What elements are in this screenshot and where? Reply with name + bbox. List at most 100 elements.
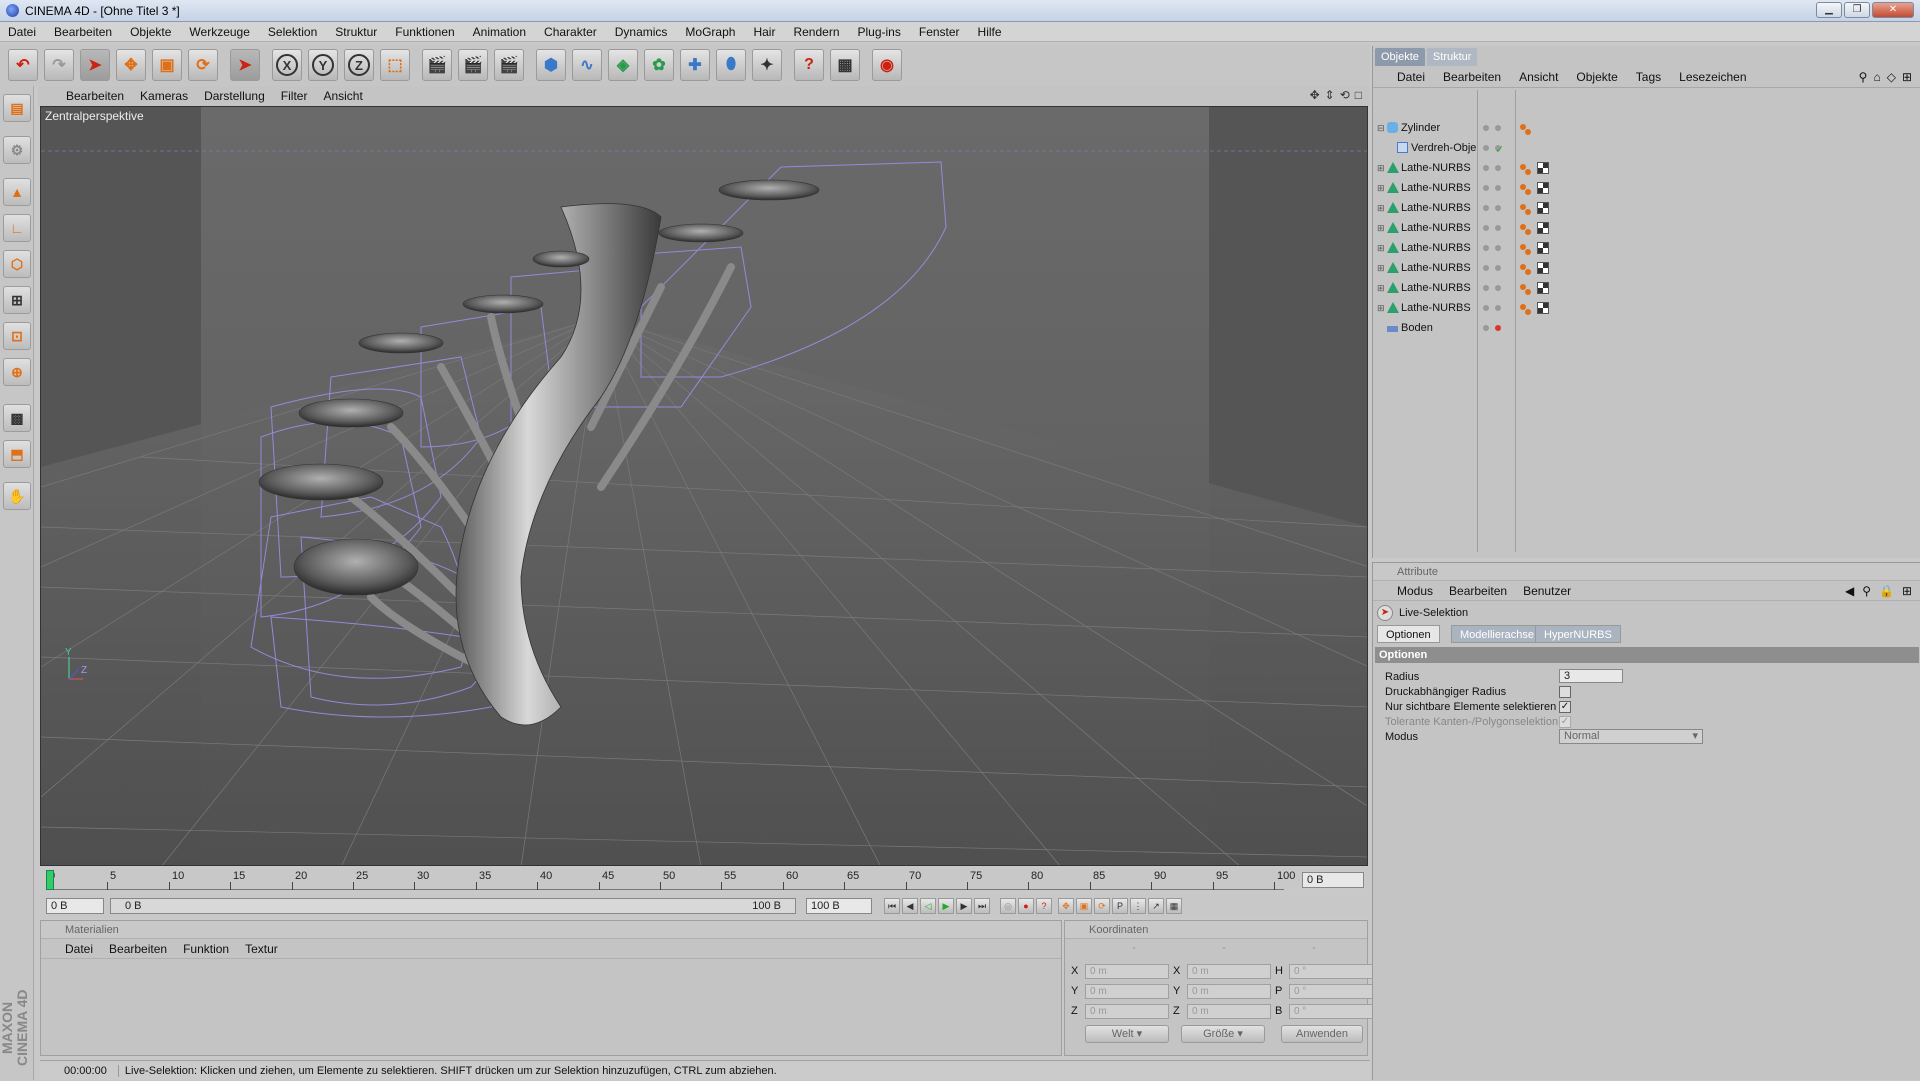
axis-x-lock-button[interactable]: X <box>272 49 302 81</box>
render-visibility-dot[interactable] <box>1495 305 1501 311</box>
menu-funktionen[interactable]: Funktionen <box>395 25 454 39</box>
render-visibility-dot[interactable] <box>1495 285 1501 291</box>
key-pla-icon[interactable]: ⋮ <box>1130 898 1146 914</box>
play-backward-icon[interactable]: ◁ <box>920 898 936 914</box>
mode-select[interactable]: Normal ▾ <box>1559 729 1703 744</box>
attr-menu-benutzer[interactable]: Benutzer <box>1523 584 1571 598</box>
key-position-icon[interactable]: ✥ <box>1058 898 1074 914</box>
attr-menu-modus[interactable]: Modus <box>1397 584 1433 598</box>
phong-tag-icon[interactable] <box>1519 182 1531 195</box>
current-frame-field[interactable]: 0 B <box>1302 872 1364 888</box>
rotation-p-field[interactable]: 0 ° <box>1289 983 1373 999</box>
menu-fenster[interactable]: Fenster <box>919 25 960 39</box>
menu-mograph[interactable]: MoGraph <box>685 25 735 39</box>
phong-tag-icon[interactable] <box>1519 222 1531 235</box>
mat-menu-textur[interactable]: Textur <box>245 942 278 956</box>
enabled-check-icon[interactable]: ✓ <box>1495 140 1504 160</box>
object-name[interactable]: Verdreh-Obje <box>1411 138 1476 158</box>
undo-icon[interactable]: ↶ <box>8 49 38 81</box>
object-mode-icon[interactable]: ⚙ <box>3 136 31 164</box>
vp-menu-ansicht[interactable]: Ansicht <box>323 89 362 103</box>
obj-menu-tags[interactable]: Tags <box>1636 70 1661 84</box>
expand-icon[interactable]: ⊞ <box>1377 298 1385 318</box>
minimize-button[interactable]: ▁ <box>1816 2 1842 18</box>
timeline-ruler[interactable]: 0510152025303540455055606570758085909510… <box>46 870 1295 890</box>
render-visibility-dot[interactable] <box>1495 325 1501 331</box>
preview-range-slider[interactable]: 0 B 100 B <box>110 898 796 914</box>
render-visibility-dot[interactable] <box>1495 265 1501 271</box>
editor-visibility-dot[interactable] <box>1483 305 1489 311</box>
orbit-icon[interactable]: ⟲ <box>1340 88 1350 102</box>
menu-struktur[interactable]: Struktur <box>335 25 377 39</box>
layout-switch-icon[interactable]: ◉ <box>872 49 902 81</box>
render-visibility-dot[interactable] <box>1495 205 1501 211</box>
playhead[interactable] <box>46 870 54 890</box>
goto-end-icon[interactable]: ⏭ <box>974 898 990 914</box>
nurbs-icon[interactable]: ◈ <box>608 49 638 81</box>
size-x-field[interactable]: 0 m <box>1187 963 1271 979</box>
timeline-layout-icon[interactable]: ▦ <box>1166 898 1182 914</box>
editor-visibility-dot[interactable] <box>1483 185 1489 191</box>
maximize-button[interactable]: ❐ <box>1844 2 1870 18</box>
object-name[interactable]: Lathe-NURBS <box>1401 158 1471 178</box>
play-icon[interactable]: ▶ <box>938 898 954 914</box>
tab-objekte[interactable]: Objekte <box>1375 48 1425 66</box>
apply-button[interactable]: Anwenden <box>1281 1025 1363 1043</box>
redo-icon[interactable]: ↷ <box>44 49 74 81</box>
editor-visibility-dot[interactable] <box>1483 325 1489 331</box>
mat-menu-funktion[interactable]: Funktion <box>183 942 229 956</box>
checker-icon[interactable]: ▩ <box>3 404 31 432</box>
object-name[interactable]: Lathe-NURBS <box>1401 198 1471 218</box>
mat-menu-bearbeiten[interactable]: Bearbeiten <box>109 942 167 956</box>
phong-tag-icon[interactable] <box>1519 242 1531 255</box>
prev-key-icon[interactable]: ◀ <box>902 898 918 914</box>
next-key-icon[interactable]: ▶ <box>956 898 972 914</box>
expand-icon[interactable]: ⊞ <box>1377 238 1385 258</box>
attr-new-manager-icon[interactable]: ⊞ <box>1902 584 1912 598</box>
menu-plugins[interactable]: Plug-ins <box>858 25 901 39</box>
goto-start-icon[interactable]: ⏮ <box>884 898 900 914</box>
expand-icon[interactable]: ⊞ <box>1377 218 1385 238</box>
object-row[interactable]: ⊞ Lathe-NURBS <box>1373 198 1920 218</box>
object-name[interactable]: Lathe-NURBS <box>1401 298 1471 318</box>
deformer-icon[interactable]: ✚ <box>680 49 710 81</box>
pressure-radius-checkbox[interactable] <box>1559 686 1571 698</box>
phong-tag-icon[interactable] <box>1519 162 1531 175</box>
key-rotation-icon[interactable]: ⟳ <box>1094 898 1110 914</box>
start-frame-field[interactable]: 0 B <box>46 898 104 914</box>
light-icon[interactable]: ✦ <box>752 49 782 81</box>
render-visibility-dot[interactable] <box>1495 185 1501 191</box>
object-row[interactable]: ⊞ Lathe-NURBS <box>1373 258 1920 278</box>
coordinate-system-icon[interactable]: ⬚ <box>380 49 410 81</box>
selection-tool-icon[interactable]: ➤ <box>230 49 260 81</box>
material-tag-icon[interactable] <box>1537 222 1549 234</box>
render-visibility-dot[interactable] <box>1495 125 1501 131</box>
new-manager-icon[interactable]: ⊞ <box>1902 70 1912 84</box>
edges-mode-icon[interactable]: ∟ <box>3 214 31 242</box>
render-settings-icon[interactable]: 🎬 <box>494 49 524 81</box>
cube-icon[interactable]: ⬢ <box>536 49 566 81</box>
menu-charakter[interactable]: Charakter <box>544 25 597 39</box>
move-icon[interactable]: ✥ <box>116 49 146 81</box>
material-tag-icon[interactable] <box>1537 202 1549 214</box>
axis-mode-icon[interactable]: ⊕ <box>3 358 31 386</box>
tab-struktur[interactable]: Struktur <box>1426 48 1478 66</box>
expand-icon[interactable]: ⊞ <box>1377 278 1385 298</box>
live-selection-icon[interactable]: ➤ <box>80 49 110 81</box>
obj-menu-bearbeiten[interactable]: Bearbeiten <box>1443 70 1501 84</box>
menu-datei[interactable]: Datei <box>8 25 36 39</box>
auto-key-icon[interactable]: ? <box>1036 898 1052 914</box>
spline-icon[interactable]: ∿ <box>572 49 602 81</box>
rotation-b-field[interactable]: 0 ° <box>1289 1003 1373 1019</box>
tab-modellierachse[interactable]: Modellierachse <box>1451 625 1543 643</box>
pan-icon[interactable]: ✥ <box>1310 88 1320 102</box>
workplane-icon[interactable]: ⊡ <box>3 322 31 350</box>
position-x-field[interactable]: 0 m <box>1085 963 1169 979</box>
phong-tag-icon[interactable] <box>1519 262 1531 275</box>
object-name[interactable]: Lathe-NURBS <box>1401 258 1471 278</box>
expand-icon[interactable]: ⊞ <box>1377 178 1385 198</box>
material-tag-icon[interactable] <box>1537 242 1549 254</box>
expand-icon[interactable]: ⊟ <box>1377 118 1385 138</box>
home-icon[interactable]: ⌂ <box>1873 70 1880 84</box>
size-mode-select[interactable]: Größe ▾ <box>1181 1025 1265 1043</box>
